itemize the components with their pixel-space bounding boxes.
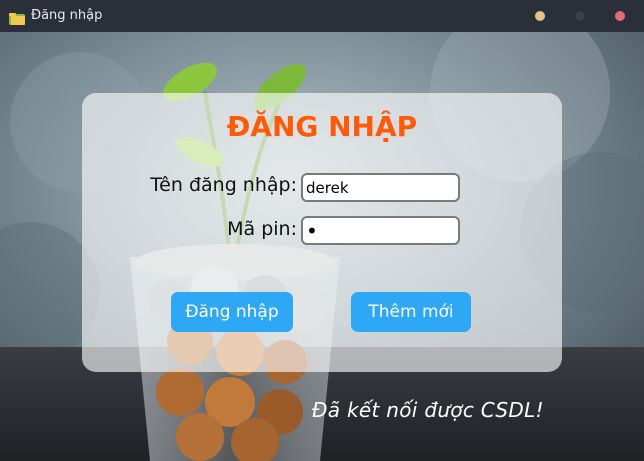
add-new-button[interactable]: Thêm mới bbox=[351, 292, 471, 332]
username-label: Tên đăng nhập: bbox=[150, 174, 297, 196]
login-heading: ĐĂNG NHẬP bbox=[226, 110, 418, 143]
pin-label: Mã pin: bbox=[227, 218, 297, 240]
window-title: Đăng nhập bbox=[31, 8, 103, 23]
title-bar: Đăng nhập bbox=[0, 0, 644, 32]
maximize-button[interactable] bbox=[575, 11, 585, 21]
pin-input[interactable] bbox=[301, 216, 460, 245]
close-button[interactable] bbox=[615, 11, 625, 21]
connection-status: Đã kết nối được CSDL! bbox=[312, 398, 544, 422]
login-button[interactable]: Đăng nhập bbox=[171, 292, 293, 332]
login-panel: ĐĂNG NHẬP Tên đăng nhập: Mã pin: Đăng nh… bbox=[82, 93, 562, 372]
username-input[interactable] bbox=[301, 173, 460, 202]
minimize-button[interactable] bbox=[535, 11, 545, 21]
folder-icon bbox=[9, 10, 25, 25]
